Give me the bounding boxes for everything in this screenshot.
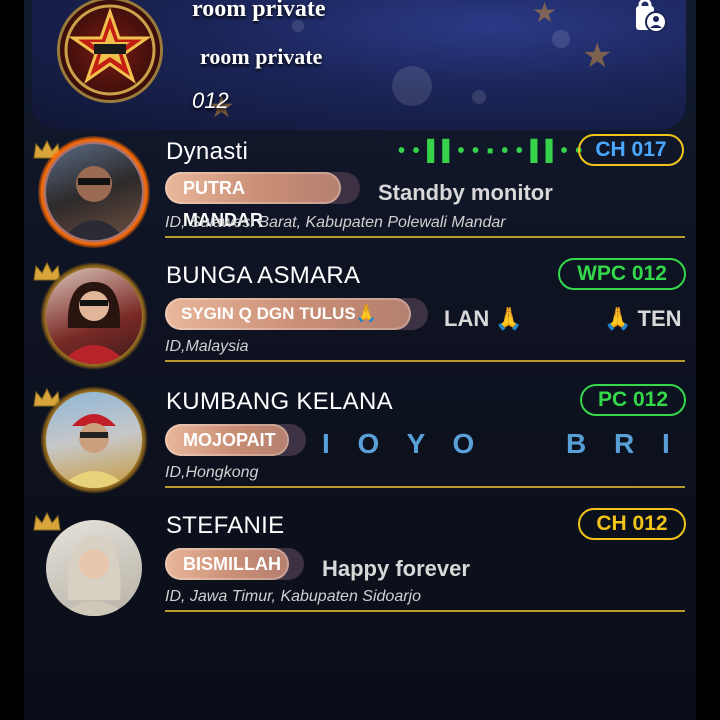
person-avatar-icon (62, 166, 126, 240)
list-item[interactable]: KUMBANG KELANA PC 012 MOJOPAIT I O Y O B… (24, 380, 696, 504)
avatar[interactable] (46, 520, 142, 616)
divider (165, 486, 685, 488)
room-logo[interactable] (60, 0, 160, 100)
user-location: ID, Sulawesi Barat, Kabupaten Polewali M… (165, 214, 506, 231)
list-item[interactable]: BUNGA ASMARA WPC 012 SYGIN Q DGN TULUS🙏 … (24, 254, 696, 378)
room-subtitle: room private (200, 44, 323, 69)
room-title: room private (192, 0, 326, 22)
avatar[interactable] (46, 144, 142, 240)
avatar[interactable] (46, 268, 142, 364)
channel-badge[interactable]: CH 012 (578, 508, 686, 540)
status-text: LAN 🙏 (444, 306, 523, 331)
person-avatar-icon (60, 282, 128, 364)
status-text: Happy forever (322, 556, 470, 581)
user-location: ID,Malaysia (165, 338, 249, 355)
user-tag: SYGIN Q DGN TULUS🙏 (165, 298, 411, 330)
status-text-tail: B R I (566, 428, 680, 459)
app-screen: ★ ★ ★ room private room private 012 Dyna… (24, 0, 696, 720)
avatar[interactable] (46, 392, 142, 488)
user-name: KUMBANG KELANA (166, 388, 393, 415)
bokeh-light (552, 30, 570, 48)
status-text: I O Y O (322, 428, 485, 459)
user-location: ID,Hongkong (165, 464, 259, 481)
person-avatar-icon (60, 536, 128, 616)
user-name: Dynasti (166, 138, 249, 165)
lock-person-icon (636, 0, 667, 33)
private-lock-button[interactable] (632, 0, 668, 34)
crown-icon (33, 511, 61, 531)
channel-badge[interactable]: PC 012 (580, 384, 686, 416)
room-number: 012 (192, 88, 229, 113)
status-text: Standby monitor (378, 180, 553, 205)
divider (165, 610, 685, 612)
user-name: BUNGA ASMARA (166, 262, 361, 289)
user-name: STEFANIE (166, 512, 285, 539)
room-header: ★ ★ ★ room private room private 012 (32, 0, 686, 130)
star-decoration: ★ (532, 0, 558, 29)
user-tag: MOJOPAIT (165, 424, 289, 456)
divider (165, 236, 685, 238)
person-avatar-icon (60, 414, 128, 488)
divider (165, 360, 685, 362)
audio-level-indicator: • • ▌▌• • ▪ • • ▌▌• • (398, 140, 584, 162)
star-decoration: ★ (582, 36, 613, 76)
list-item[interactable]: Dynasti • • ▌▌• • ▪ • • ▌▌• • CH 017 PUT… (24, 130, 696, 254)
list-item[interactable]: STEFANIE CH 012 BISMILLAH Happy forever … (24, 506, 696, 630)
channel-badge[interactable]: WPC 012 (558, 258, 686, 290)
user-location: ID, Jawa Timur, Kabupaten Sidoarjo (165, 588, 421, 605)
channel-badge[interactable]: CH 017 (578, 134, 684, 166)
user-tag: BISMILLAH (165, 548, 289, 580)
star-emblem-icon (64, 4, 156, 96)
bokeh-light (392, 66, 432, 106)
status-text-tail: 🙏 TEN (604, 306, 682, 331)
bokeh-light (472, 90, 486, 104)
user-tag: PUTRA MANDAR (165, 172, 341, 230)
